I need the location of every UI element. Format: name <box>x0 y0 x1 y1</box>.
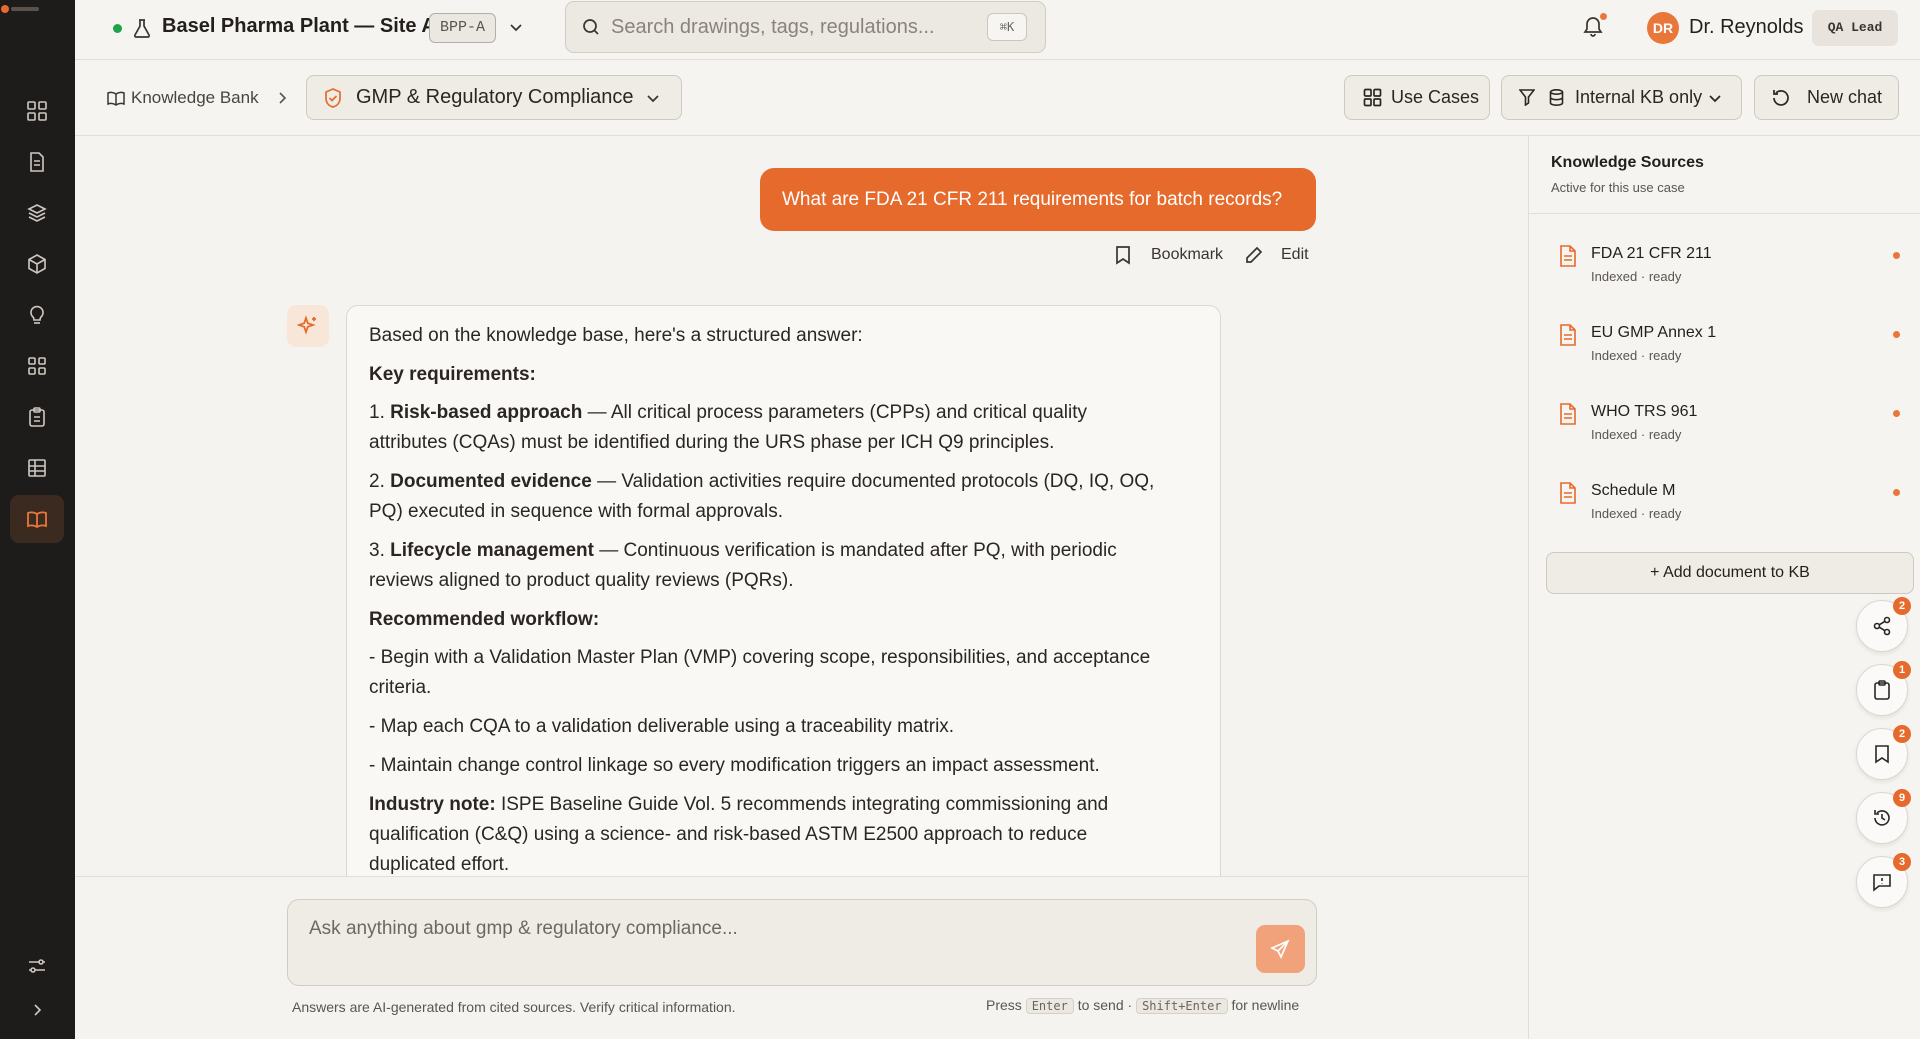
source-item-status: Indexed · ready <box>1591 506 1682 521</box>
search-icon <box>582 18 600 36</box>
new-chat-label: New chat <box>1807 87 1883 107</box>
source-status-dot <box>1893 331 1900 338</box>
use-cases-label: Use Cases <box>1391 87 1480 107</box>
send-hint: Press Enter to send · Shift+Enter for ne… <box>986 997 1300 1014</box>
sources-title: Knowledge Sources <box>1551 154 1704 171</box>
ai-disclaimer: Answers are AI-generated from cited sour… <box>292 999 736 1015</box>
edit-pencil-icon[interactable] <box>1244 245 1264 265</box>
history-icon <box>1872 808 1892 828</box>
source-status-dot <box>1893 489 1900 496</box>
breadcrumb-chevron-right-icon <box>276 91 288 105</box>
source-item-name[interactable]: Schedule M <box>1591 482 1676 500</box>
edit-button[interactable]: Edit <box>1281 246 1309 264</box>
answer-item: 1. Risk-based approach — All critical pr… <box>369 402 1088 453</box>
document-icon <box>1559 245 1577 267</box>
workflow-item: - Map each CQA to a validation deliverab… <box>369 716 955 737</box>
industry-note: Industry note: ISPE Baseline Guide Vol. … <box>369 794 1109 875</box>
rail-knowledge-book-icon[interactable] <box>10 495 64 543</box>
history-count-badge: 9 <box>1893 789 1911 807</box>
rail-lightbulb-icon[interactable] <box>10 291 64 339</box>
sparkle-icon <box>297 315 319 337</box>
source-item-name[interactable]: WHO TRS 961 <box>1591 403 1697 421</box>
share-icon <box>1872 616 1892 636</box>
document-icon <box>1559 403 1577 425</box>
add-document-button[interactable]: + Add document to KB <box>1546 552 1914 594</box>
refresh-icon <box>1771 88 1791 108</box>
document-icon <box>1559 482 1577 504</box>
clipboard-count-badge: 1 <box>1893 661 1911 679</box>
answer-item: 2. Documented evidence — Validation acti… <box>369 471 1155 522</box>
workflow-item: - Maintain change control linkage so eve… <box>369 755 1100 776</box>
user-name[interactable]: Dr. Reynolds <box>1689 16 1804 39</box>
comments-count-badge: 3 <box>1893 853 1911 871</box>
answer-key-heading: Key requirements: <box>369 364 536 385</box>
message-icon <box>1872 872 1892 892</box>
notification-indicator <box>1600 13 1607 20</box>
source-item-status: Indexed · ready <box>1591 348 1682 363</box>
rail-settings-sliders-icon[interactable] <box>10 942 64 990</box>
share-count-badge: 2 <box>1893 597 1911 615</box>
answer-item: 3. Lifecycle management — Continuous ver… <box>369 540 1117 591</box>
source-item-status: Indexed · ready <box>1591 427 1682 442</box>
database-icon <box>1549 89 1564 106</box>
enter-key-badge: Enter <box>1025 998 1074 1014</box>
chat-input[interactable] <box>287 899 1317 986</box>
shield-check-icon <box>323 87 343 109</box>
rail-package-icon[interactable] <box>10 240 64 288</box>
rail-expand-chevron-icon[interactable] <box>10 986 64 1034</box>
source-item-name[interactable]: FDA 21 CFR 211 <box>1591 245 1712 263</box>
rail-layers-icon[interactable] <box>10 189 64 237</box>
shift-enter-key-badge: Shift+Enter <box>1136 998 1228 1014</box>
answer-intro: Based on the knowledge base, here's a st… <box>369 325 863 346</box>
use-case-label: GMP & Regulatory Compliance <box>356 86 634 108</box>
rail-table-icon[interactable] <box>10 444 64 492</box>
bookmark-button[interactable]: Bookmark <box>1151 246 1223 264</box>
divider <box>1529 213 1920 214</box>
bookmark-icon <box>1874 744 1890 764</box>
source-item-status: Indexed · ready <box>1591 269 1682 284</box>
site-code-badge: BPP-A <box>429 13 497 43</box>
clipboard-icon <box>1873 680 1891 700</box>
source-status-dot <box>1893 252 1900 259</box>
chat-input-placeholder: Ask anything about gmp & regulatory comp… <box>309 918 738 939</box>
use-case-chevron-down-icon <box>645 90 661 106</box>
site-title[interactable]: Basel Pharma Plant — Site A <box>162 15 436 38</box>
send-icon <box>1270 939 1290 959</box>
source-status-dot <box>1893 410 1900 417</box>
site-status-dot <box>113 24 122 33</box>
bookmarks-count-badge: 2 <box>1893 725 1911 743</box>
bookmark-icon[interactable] <box>1114 245 1132 265</box>
rail-clipboard-icon[interactable] <box>10 393 64 441</box>
user-role-badge: QA Lead <box>1812 10 1898 46</box>
breadcrumb-knowledge-bank[interactable]: Knowledge Bank <box>131 88 259 108</box>
filter-chevron-down-icon <box>1707 90 1723 106</box>
search-placeholder: Search drawings, tags, regulations... <box>611 16 935 38</box>
breadcrumb-book-icon <box>107 89 125 107</box>
rail-apps-icon[interactable] <box>10 342 64 390</box>
rail-document-icon[interactable] <box>10 138 64 186</box>
answer-workflow-heading: Recommended workflow: <box>369 609 600 630</box>
grid-icon <box>1363 88 1382 107</box>
user-message-bubble: What are FDA 21 CFR 211 requirements for… <box>760 168 1316 231</box>
user-avatar[interactable]: DR <box>1647 12 1679 44</box>
source-item-name[interactable]: EU GMP Annex 1 <box>1591 324 1716 342</box>
filter-icon <box>1519 89 1535 106</box>
workflow-item: - Begin with a Validation Master Plan (V… <box>369 647 1151 698</box>
flask-icon <box>133 18 151 38</box>
sources-subtitle: Active for this use case <box>1551 180 1685 195</box>
rail-dashboard-icon[interactable] <box>10 87 64 135</box>
site-chevron-down-icon[interactable] <box>508 19 524 35</box>
document-icon <box>1559 324 1577 346</box>
search-shortcut-badge: ⌘K <box>987 13 1027 41</box>
kb-filter-label: Internal KB only <box>1575 87 1703 107</box>
